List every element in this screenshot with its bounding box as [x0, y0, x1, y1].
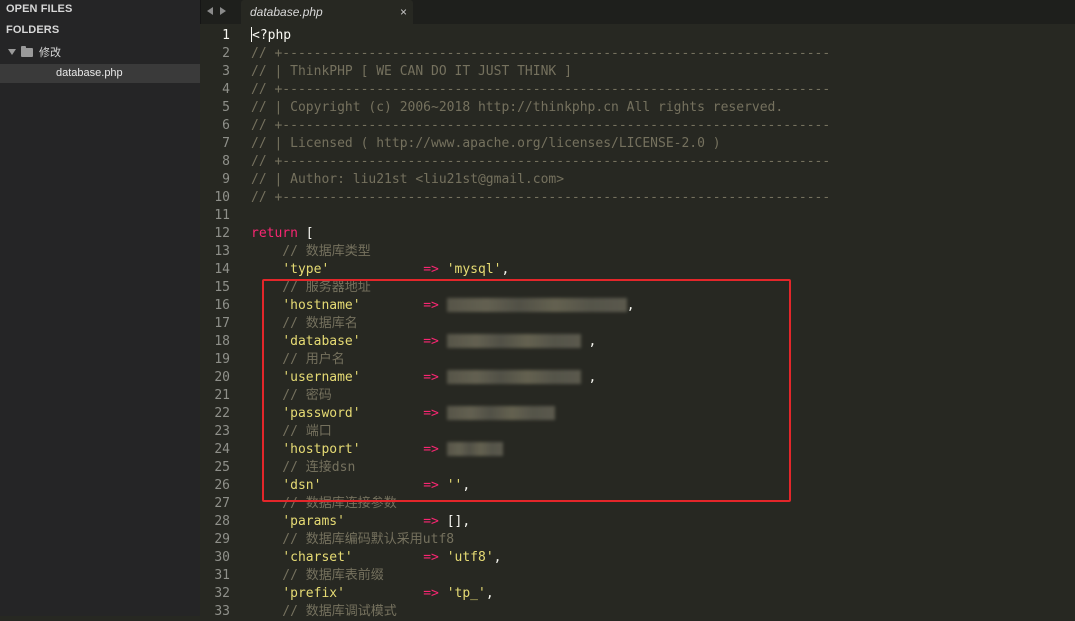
code-line: // +------------------------------------… — [251, 154, 831, 169]
code-line: // | Copyright (c) 2006~2018 http://thin… — [251, 100, 784, 115]
array-key: 'type' — [282, 262, 330, 277]
tab-bar: database.php × — [200, 0, 1075, 24]
line-number: 22 — [214, 406, 230, 421]
line-number: 11 — [214, 208, 230, 223]
arrow-operator: => — [423, 550, 439, 565]
code-line: // 数据库表前缀 — [251, 568, 384, 583]
line-number: 1 — [222, 28, 230, 43]
array-key: 'charset' — [282, 550, 353, 565]
line-number: 23 — [214, 424, 230, 439]
code-line: // | Licensed ( http://www.apache.org/li… — [251, 136, 721, 151]
comma: , — [501, 262, 510, 277]
code-line: return [ — [251, 225, 830, 243]
line-number: 13 — [214, 244, 230, 259]
line-number: 10 — [214, 190, 230, 205]
arrow-operator: => — [423, 262, 439, 277]
code-line: // 数据库编码默认采用utf8 — [251, 532, 455, 547]
line-number: 7 — [222, 136, 230, 151]
line-number: 25 — [214, 460, 230, 475]
line-number: 8 — [222, 154, 230, 169]
line-number: 16 — [214, 298, 230, 313]
code-text: [ — [297, 226, 314, 241]
line-number: 20 — [214, 370, 230, 385]
line-number: 9 — [222, 172, 230, 187]
code-line: 'prefix' => 'tp_', — [251, 585, 830, 603]
array-value: 'mysql' — [446, 262, 502, 277]
arrow-operator: => — [423, 514, 439, 529]
code-line: // +------------------------------------… — [251, 190, 831, 205]
line-number: 3 — [222, 64, 230, 79]
line-number: 28 — [214, 514, 230, 529]
folders-heading: FOLDERS — [6, 24, 60, 36]
array-value: [] — [446, 514, 463, 529]
line-number: 27 — [214, 496, 230, 511]
code-line: // +------------------------------------… — [251, 46, 831, 61]
array-value: 'utf8' — [446, 550, 494, 565]
comma: , — [493, 550, 502, 565]
line-number: 19 — [214, 352, 230, 367]
line-number: 21 — [214, 388, 230, 403]
line-number: 4 — [222, 82, 230, 97]
code-line: // 数据库调试模式 — [251, 604, 397, 619]
comma: , — [462, 514, 471, 529]
code-text: <?php — [252, 28, 292, 43]
line-number: 33 — [214, 604, 230, 619]
tab-database-php[interactable]: database.php × — [241, 0, 413, 24]
array-key: 'prefix' — [282, 586, 345, 601]
line-number: 2 — [222, 46, 230, 61]
line-number-gutter: 1 2 3 4 5 6 7 8 9 10 11 12 13 14 15 16 1… — [200, 27, 236, 621]
open-files-heading: OPEN FILES — [6, 3, 73, 15]
tab-label: database.php — [250, 5, 323, 19]
line-number: 32 — [214, 586, 230, 601]
code-line: 'params' => [], — [251, 513, 830, 531]
red-highlight-box — [262, 279, 791, 502]
disclosure-triangle-icon[interactable] — [8, 49, 16, 55]
code-line: // 数据库类型 — [251, 244, 371, 259]
code-line: // +------------------------------------… — [251, 82, 831, 97]
folder-icon — [21, 45, 33, 57]
array-value: 'tp_' — [446, 586, 486, 601]
line-number: 15 — [214, 280, 230, 295]
close-icon[interactable]: × — [400, 0, 407, 24]
line-number: 24 — [214, 442, 230, 457]
arrow-operator: => — [423, 586, 439, 601]
line-number: 17 — [214, 316, 230, 331]
folder-label: 修改 — [39, 47, 61, 59]
code-line: 'charset' => 'utf8', — [251, 549, 830, 567]
line-number: 12 — [214, 226, 230, 241]
line-number: 18 — [214, 334, 230, 349]
folder-item[interactable]: 修改 — [0, 42, 200, 62]
line-number: 6 — [222, 118, 230, 133]
array-key: 'params' — [282, 514, 345, 529]
line-number: 14 — [214, 262, 230, 277]
code-line: <?php — [251, 27, 830, 45]
keyword: return — [251, 226, 298, 241]
line-number: 5 — [222, 100, 230, 115]
code-line: // | Author: liu21st <liu21st@gmail.com> — [251, 172, 565, 187]
comma: , — [485, 586, 494, 601]
line-number: 31 — [214, 568, 230, 583]
sidebar-file-item[interactable]: database.php — [0, 64, 200, 83]
line-number: 29 — [214, 532, 230, 547]
code-line: // +------------------------------------… — [251, 118, 831, 133]
sidebar: OPEN FILES FOLDERS 修改 database.php — [0, 0, 200, 616]
arrow-right-icon[interactable] — [220, 7, 226, 15]
arrow-left-icon[interactable] — [207, 7, 213, 15]
line-number: 26 — [214, 478, 230, 493]
code-line: 'type' => 'mysql', — [251, 261, 830, 279]
line-number: 30 — [214, 550, 230, 565]
code-line: // | ThinkPHP [ WE CAN DO IT JUST THINK … — [251, 64, 572, 79]
tab-nav-arrows — [207, 5, 226, 15]
